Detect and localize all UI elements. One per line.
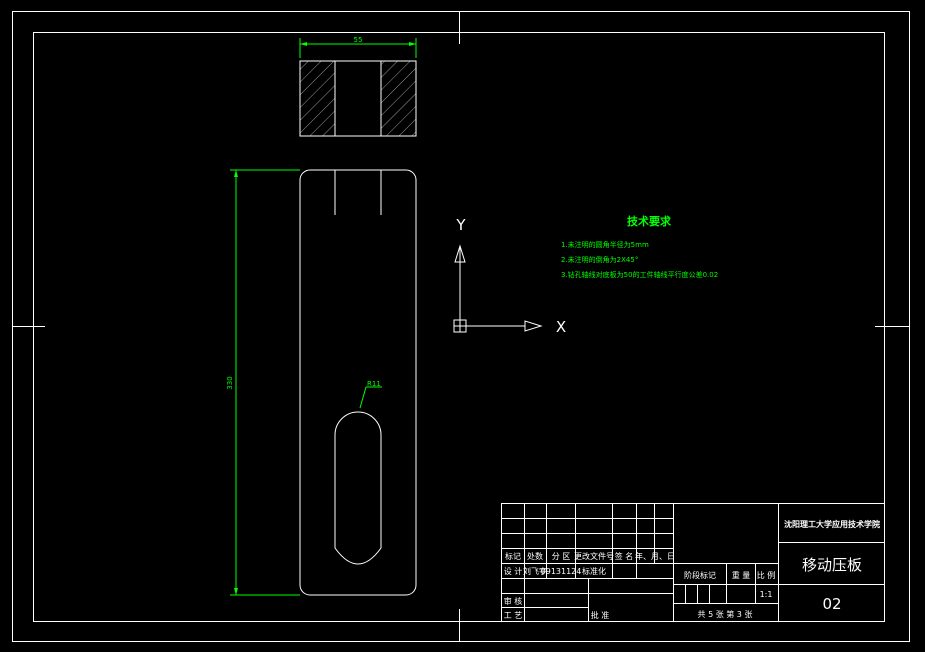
ucs-axes: Y X	[453, 216, 566, 336]
drawing-number: 02	[822, 595, 841, 613]
header-signature: 签 名	[615, 551, 634, 561]
radius-value: R11	[367, 380, 381, 388]
cad-drawing: 55 330 R11 Y X 技术要求 1.未注明的圆角半径为5mm 2.未注明	[12, 11, 910, 642]
radius-dimension: R11	[359, 380, 382, 409]
stage-mark-label: 阶段标记	[684, 570, 716, 580]
part-name: 移动压板	[802, 556, 862, 574]
design-label: 设 计	[504, 566, 523, 576]
school-name: 沈阳理工大学应用技术学院	[784, 519, 880, 529]
sheet-count: 共 5 张 第 3 张	[698, 609, 753, 619]
top-width-value: 55	[354, 36, 363, 44]
tech-item: 2.未注明的倒角为2X45°	[561, 255, 638, 264]
tech-requirements: 技术要求 1.未注明的圆角半径为5mm 2.未注明的倒角为2X45° 3.钻孔轴…	[561, 214, 718, 279]
tech-item: 3.钻孔轴线对底板为50的工件轴线平行度公差0.02	[561, 270, 718, 279]
header-date: 年、月、日	[635, 551, 675, 561]
section-view	[299, 60, 417, 137]
y-axis-label: Y	[455, 216, 466, 234]
tech-title: 技术要求	[627, 214, 672, 228]
top-width-dimension: 55	[299, 36, 417, 58]
weight-label: 重 量	[732, 570, 751, 580]
process-label: 工 艺	[504, 611, 523, 620]
header-count: 处数	[527, 551, 543, 561]
front-view	[299, 169, 417, 596]
approve-label: 批 准	[591, 610, 610, 620]
x-axis-label: X	[556, 318, 566, 336]
height-dimension: 330	[226, 169, 300, 596]
design-date: 09131124	[541, 567, 582, 576]
scale-value: 1:1	[760, 590, 773, 599]
height-value: 330	[226, 376, 234, 389]
inner-frame	[33, 32, 885, 622]
title-block: 标记 处数 分 区 更改文件号 签 名 年、月、日 设 计 刘飞宇 091311…	[501, 503, 885, 622]
header-zone: 分 区	[552, 552, 571, 561]
standardization-label: 标准化	[582, 566, 606, 576]
tech-item: 1.未注明的圆角半径为5mm	[561, 240, 649, 249]
header-change-doc: 更改文件号	[574, 551, 614, 561]
review-label: 审 核	[504, 596, 523, 606]
scale-label: 比 例	[757, 570, 776, 580]
header-mark: 标记	[505, 551, 521, 561]
